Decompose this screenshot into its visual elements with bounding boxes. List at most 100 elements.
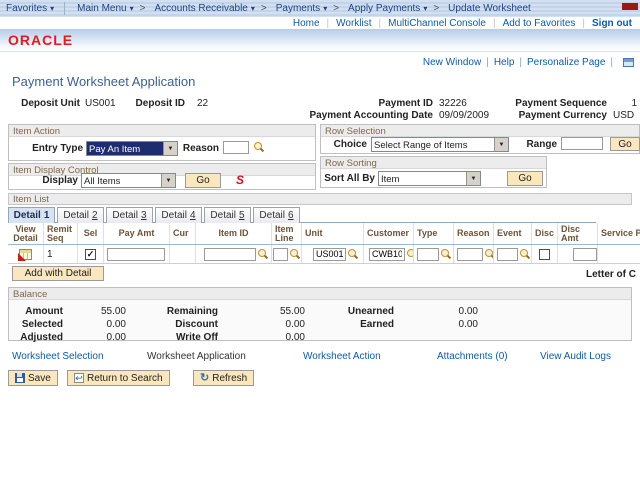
tab-detail-1[interactable]: Detail1 [8,207,55,223]
col-item-id-header: Item ID [196,223,272,244]
reason-row-lookup-icon[interactable] [484,248,490,260]
type-input[interactable] [417,248,439,261]
balance-groupbox: Balance Amount 55.00 Remaining 55.00 Une… [8,287,632,341]
dropdown-arrow-icon[interactable] [163,142,177,155]
col-cur-header: Cur [170,223,196,244]
choice-value: Select Range of Items [372,138,494,151]
breadcrumb-item-apply-payments[interactable]: Apply Payments [348,3,427,14]
unit-input[interactable] [313,248,346,261]
view-detail-icon[interactable] [19,249,32,260]
reason-lookup-icon[interactable] [253,141,264,153]
row-sorting-title: Row Sorting [321,157,546,169]
new-window-link[interactable]: New Window [423,57,481,68]
disc-checkbox[interactable] [539,249,550,260]
range-go-button[interactable]: Go [610,137,640,151]
http-window-icon[interactable] [623,58,634,67]
dropdown-arrow-icon[interactable] [466,172,480,185]
breadcrumb-separator [134,3,149,14]
oracle-logo: ORACLE [8,32,73,48]
customer-lookup-icon[interactable] [406,248,412,260]
favorites-label: Favorites [6,3,47,14]
view-audit-logs-link[interactable]: View Audit Logs [540,351,611,362]
chevron-down-icon [420,3,427,14]
sort-all-by-select[interactable]: Item [378,171,481,186]
type-lookup-icon[interactable] [440,248,450,260]
range-input[interactable] [561,137,603,150]
tab-detail-2[interactable]: Detail2 [57,207,104,223]
attachments-link[interactable]: Attachments (0) [437,351,508,362]
tab-detail-5[interactable]: Detail5 [204,207,251,223]
sel-checkbox[interactable]: ✓ [85,249,96,260]
currency-conversion-icon[interactable]: S [236,173,244,187]
page-title: Payment Worksheet Application [12,74,195,89]
add-to-favorites-link[interactable]: Add to Favorites [503,18,576,29]
earned-value: 0.00 [404,319,478,330]
event-lookup-icon[interactable] [519,248,528,260]
logo-band: ORACLE [0,29,640,52]
event-input[interactable] [497,248,518,261]
row-selection-groupbox: Row Selection Choice Select Range of Ite… [320,124,640,154]
return-to-search-button[interactable]: Return to Search [67,370,170,386]
payment-currency-label: Payment Currency [450,110,607,121]
breadcrumb-item-accounts-receivable[interactable]: Accounts Receivable [154,3,254,14]
save-button[interactable]: Save [8,370,58,386]
breadcrumb-bar: Favorites Main Menu Accounts Receivable … [0,0,640,17]
dropdown-arrow-icon[interactable] [494,138,508,151]
item-id-lookup-icon[interactable] [257,248,268,260]
personalize-page-link[interactable]: Personalize Page [527,57,605,68]
sign-out-link[interactable]: Sign out [592,18,632,29]
payment-accounting-date-label: Payment Accounting Date [280,110,433,121]
tab-detail-4[interactable]: Detail4 [155,207,202,223]
reason-row-input[interactable] [457,248,483,261]
col-service-header: Service Pur [598,223,640,244]
home-link[interactable]: Home [293,18,320,29]
item-line-input[interactable] [273,248,288,261]
tab-detail-3[interactable]: Detail3 [106,207,153,223]
item-display-control-groupbox: Item Display Control Display All Items G… [8,163,316,190]
divider [320,18,337,29]
display-go-button[interactable]: Go [185,173,221,188]
remaining-label: Remaining [139,306,218,317]
breadcrumb-separator [327,3,342,14]
entry-type-select[interactable]: Pay An Item [86,141,178,156]
sort-all-by-label: Sort All By [321,173,375,184]
divider [575,18,592,29]
selected-label: Selected [9,319,63,330]
item-id-input[interactable] [204,248,256,261]
breadcrumb-separator [255,3,270,14]
reason-input[interactable] [223,141,249,154]
choice-select[interactable]: Select Range of Items [371,137,509,152]
col-type-header: Type [414,223,454,244]
payment-currency-value: USD [613,110,634,121]
divider [372,18,389,29]
favorites-menu[interactable]: Favorites [6,3,54,14]
refresh-button[interactable]: Refresh [193,370,254,386]
disc-amt-input[interactable] [573,248,597,261]
add-with-detail-button[interactable]: Add with Detail [12,266,104,281]
col-disc-header: Disc [532,223,558,244]
worksheet-action-link[interactable]: Worksheet Action [303,351,381,362]
earned-label: Earned [319,319,394,330]
item-list-grid: View Detail Remit Seq Sel Pay Amt Cur It… [8,223,640,264]
row-selection-title: Row Selection [321,125,639,137]
divider [514,57,527,68]
col-customer-header: Customer [364,223,414,244]
unit-lookup-icon[interactable] [347,248,358,260]
display-select[interactable]: All Items [81,173,176,188]
tab-detail-6[interactable]: Detail6 [253,207,300,223]
worksheet-selection-link[interactable]: Worksheet Selection [12,351,104,362]
worklist-link[interactable]: Worklist [336,18,371,29]
breadcrumb-item-payments[interactable]: Payments [276,3,327,14]
dropdown-arrow-icon[interactable] [161,174,175,187]
help-link[interactable]: Help [494,57,515,68]
col-reason-header: Reason [454,223,494,244]
customer-input[interactable] [369,248,405,261]
page-links: New Window Help Personalize Page [423,57,634,68]
multichannel-console-link[interactable]: MultiChannel Console [388,18,486,29]
item-row: 1 ✓ [8,245,640,264]
pay-amt-input[interactable] [107,248,165,261]
breadcrumb-item-main-menu[interactable]: Main Menu [77,3,133,14]
item-line-lookup-icon[interactable] [289,248,300,260]
breadcrumb-item-update-worksheet[interactable]: Update Worksheet [448,3,531,14]
sort-go-button[interactable]: Go [507,171,543,186]
